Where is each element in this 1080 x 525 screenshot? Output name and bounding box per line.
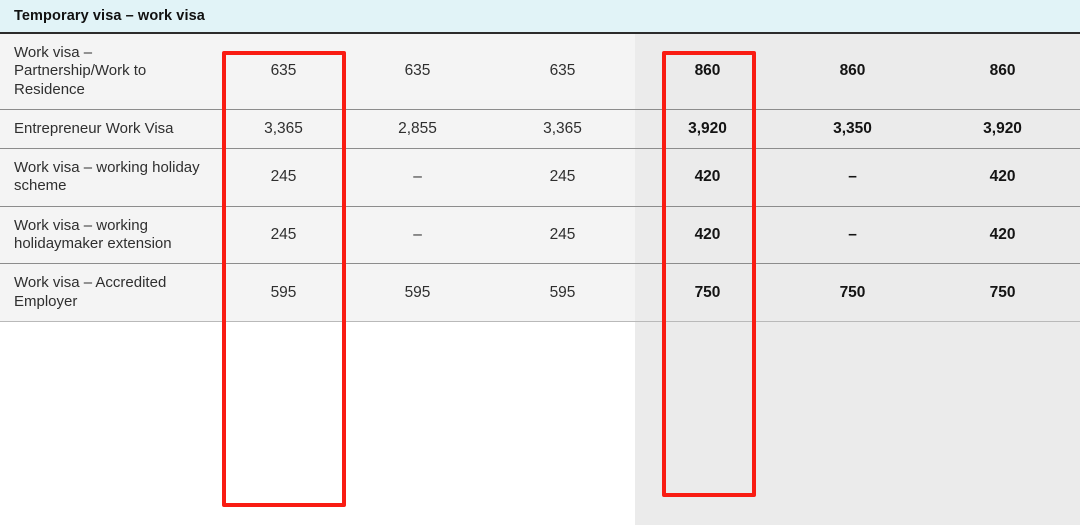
row-label: Work visa – Partnership/Work to Residenc… [0,33,222,110]
cell-r1-c4: 3,920 [635,109,780,150]
row-label: Work visa – working holidaymaker extensi… [0,206,222,265]
visa-fee-table: Temporary visa – work visa Work visa – P… [0,0,1080,322]
cell-r0-c3: 635 [490,33,635,110]
cell-r2-c6: 420 [925,148,1080,207]
table-row: Work visa – Partnership/Work to Residenc… [0,33,1080,110]
cell-r3-c2: – [345,206,490,265]
section-title: Temporary visa – work visa [0,0,1080,34]
row-label: Work visa – working holiday scheme [0,148,222,207]
cell-r1-c2: 2,855 [345,109,490,150]
cell-r3-c1: 245 [222,206,345,265]
table-body: Work visa – Partnership/Work to Residenc… [0,33,1080,322]
cell-r3-c4: 420 [635,206,780,265]
cell-r0-c2: 635 [345,33,490,110]
table-row: Entrepreneur Work Visa 3,365 2,855 3,365… [0,109,1080,150]
table-row: Work visa – working holidaymaker extensi… [0,206,1080,265]
cell-r3-c3: 245 [490,206,635,265]
cell-r1-c5: 3,350 [780,109,925,150]
cell-r2-c1: 245 [222,148,345,207]
cell-r1-c1: 3,365 [222,109,345,150]
cell-r4-c4: 750 [635,263,780,322]
cell-r1-c6: 3,920 [925,109,1080,150]
cell-r3-c6: 420 [925,206,1080,265]
cell-r2-c3: 245 [490,148,635,207]
row-label: Entrepreneur Work Visa [0,109,222,150]
cell-r1-c3: 3,365 [490,109,635,150]
table-row: Work visa – working holiday scheme 245 –… [0,148,1080,207]
cell-r0-c6: 860 [925,33,1080,110]
cell-r0-c1: 635 [222,33,345,110]
visa-fee-table-container: Temporary visa – work visa Work visa – P… [0,0,1080,525]
table-row: Work visa – Accredited Employer 595 595 … [0,263,1080,322]
cell-r4-c6: 750 [925,263,1080,322]
cell-r0-c4: 860 [635,33,780,110]
cell-r4-c3: 595 [490,263,635,322]
cell-r4-c1: 595 [222,263,345,322]
cell-r2-c5: – [780,148,925,207]
cell-r0-c5: 860 [780,33,925,110]
cell-r4-c2: 595 [345,263,490,322]
table-head: Temporary visa – work visa [0,0,1080,34]
section-header-row: Temporary visa – work visa [0,0,1080,34]
cell-r3-c5: – [780,206,925,265]
cell-r2-c2: – [345,148,490,207]
cell-r2-c4: 420 [635,148,780,207]
cell-r4-c5: 750 [780,263,925,322]
row-label: Work visa – Accredited Employer [0,263,222,322]
